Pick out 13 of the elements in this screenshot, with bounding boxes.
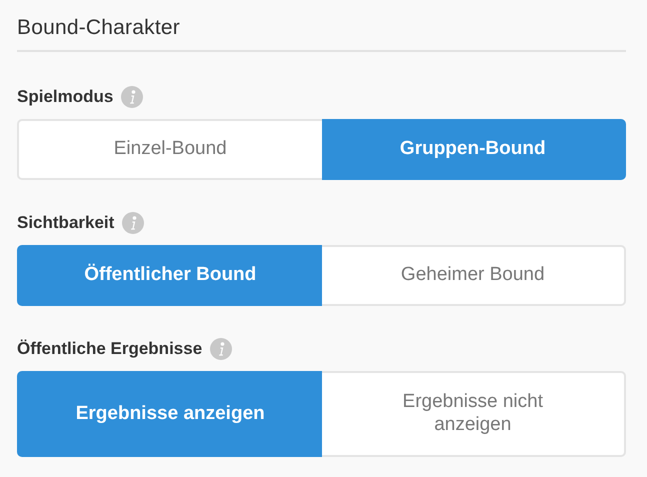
toggle-option[interactable]: Gruppen-Bound: [322, 119, 626, 180]
section-title: Bound-Charakter: [17, 15, 181, 41]
toggle-option[interactable]: Einzel-Bound: [17, 119, 322, 180]
toggle-option[interactable]: Ergebnisse anzeigen: [17, 371, 322, 457]
toggle-option[interactable]: Ergebnisse nicht anzeigen: [322, 371, 626, 457]
info-icon[interactable]: [121, 86, 144, 108]
field-label: Spielmodus: [17, 87, 114, 107]
info-icon[interactable]: [210, 338, 232, 360]
field-label: Sichtbarkeit: [17, 213, 114, 233]
info-icon[interactable]: [122, 212, 144, 234]
field-label: Öffentliche Ergebnisse: [17, 339, 202, 359]
toggle-option[interactable]: Geheimer Bound: [322, 245, 626, 306]
toggle-option[interactable]: Öffentlicher Bound: [17, 245, 322, 306]
